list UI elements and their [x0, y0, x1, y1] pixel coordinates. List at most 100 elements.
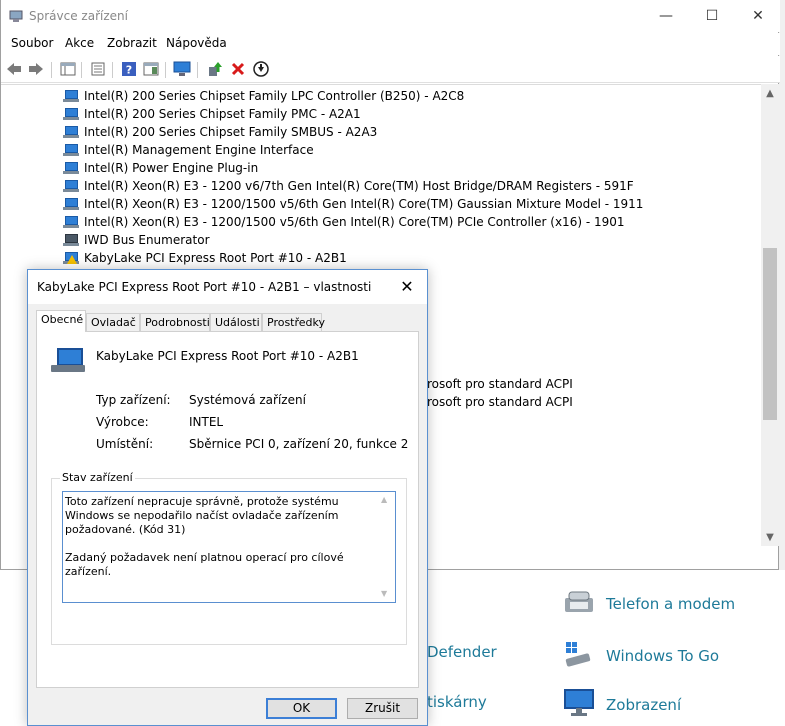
- scroll-up-icon[interactable]: ▲: [381, 493, 387, 507]
- device-label: IWD Bus Enumerator: [84, 233, 210, 247]
- tab-resources[interactable]: Prostředky: [262, 313, 325, 331]
- device-icon: [63, 126, 79, 138]
- back-icon[interactable]: [5, 60, 23, 78]
- menu-view[interactable]: Zobrazit: [107, 36, 157, 50]
- monitor-icon[interactable]: [173, 60, 191, 78]
- device-icon: [63, 180, 79, 192]
- cancel-button[interactable]: Zrušit: [347, 698, 418, 719]
- usb-drive-icon: [562, 640, 596, 672]
- toolbar-separator: [165, 62, 166, 78]
- title-bar[interactable]: Správce zařízení — ☐ ✕: [1, 0, 780, 32]
- ok-button[interactable]: OK: [266, 698, 337, 719]
- properties-dialog: KabyLake PCI Express Root Port #10 - A2B…: [27, 269, 428, 726]
- scroll-down-icon[interactable]: ▼: [381, 587, 387, 601]
- close-button[interactable]: ✕: [743, 6, 773, 26]
- device-icon: [63, 144, 79, 156]
- device-label: Intel(R) Power Engine Plug-in: [84, 161, 259, 175]
- device-tree-item-partial[interactable]: rosoft pro standard ACPI: [427, 375, 573, 393]
- device-label: rosoft pro standard ACPI: [427, 395, 573, 409]
- device-label: Intel(R) 200 Series Chipset Family SMBUS…: [84, 125, 378, 139]
- window-title: Správce zařízení: [29, 9, 128, 23]
- general-tab-panel: KabyLake PCI Express Root Port #10 - A2B…: [36, 331, 419, 688]
- svg-text:?: ?: [126, 64, 132, 77]
- device-tree-item[interactable]: Intel(R) Management Engine Interface: [63, 141, 314, 159]
- device-tree-item-warning[interactable]: KabyLake PCI Express Root Port #10 - A2B…: [63, 249, 347, 267]
- vertical-scrollbar[interactable]: ▲ ▼: [761, 84, 779, 546]
- device-label: Intel(R) Xeon(R) E3 - 1200/1500 v5/6th G…: [84, 197, 644, 211]
- cp-item-printers-partial[interactable]: tiskárny: [427, 693, 487, 711]
- device-label: KabyLake PCI Express Root Port #10 - A2B…: [84, 251, 347, 265]
- device-label: Intel(R) Xeon(R) E3 - 1200 v6/7th Gen In…: [84, 179, 634, 193]
- device-label: Intel(R) 200 Series Chipset Family PMC -…: [84, 107, 361, 121]
- location-label: Umístění:: [96, 437, 154, 451]
- details-icon[interactable]: [89, 60, 107, 78]
- device-icon: [63, 162, 79, 174]
- properties-view-icon[interactable]: [59, 60, 77, 78]
- dialog-title-bar[interactable]: KabyLake PCI Express Root Port #10 - A2B…: [28, 270, 427, 304]
- device-tree-item[interactable]: Intel(R) Xeon(R) E3 - 1200 v6/7th Gen In…: [63, 177, 634, 195]
- scroll-down-icon[interactable]: ▼: [761, 530, 779, 546]
- device-warning-icon: [63, 252, 79, 264]
- device-tree-item[interactable]: Intel(R) 200 Series Chipset Family SMBUS…: [63, 123, 377, 141]
- tab-details[interactable]: Podrobnosti: [140, 313, 210, 331]
- cp-item-label: Windows To Go: [606, 647, 720, 665]
- device-status-textbox[interactable]: Toto zařízení nepracuje správně, protože…: [62, 491, 396, 603]
- cp-item-defender-partial[interactable]: Defender: [427, 643, 497, 661]
- cp-item-windows-to-go[interactable]: Windows To Go: [562, 640, 719, 672]
- display-icon: [562, 688, 596, 722]
- device-label: Intel(R) Xeon(R) E3 - 1200/1500 v5/6th G…: [84, 215, 625, 229]
- status-text-detail: Zadaný požadavek není platnou operací pr…: [65, 551, 344, 578]
- manufacturer-value: INTEL: [189, 415, 224, 429]
- device-tree-item[interactable]: Intel(R) Xeon(R) E3 - 1200/1500 v5/6th G…: [63, 195, 643, 213]
- device-status-legend: Stav zařízení: [60, 471, 135, 484]
- device-label: Intel(R) 200 Series Chipset Family LPC C…: [84, 89, 465, 103]
- console-tree-icon[interactable]: [142, 60, 160, 78]
- forward-icon[interactable]: [27, 60, 45, 78]
- phone-modem-icon: [562, 588, 596, 620]
- location-value: Sběrnice PCI 0, zařízení 20, funkce 2: [189, 437, 409, 451]
- device-label: Intel(R) Management Engine Interface: [84, 143, 314, 157]
- menu-action[interactable]: Akce: [65, 36, 94, 50]
- device-tree-item[interactable]: Intel(R) 200 Series Chipset Family PMC -…: [63, 105, 361, 123]
- device-name: KabyLake PCI Express Root Port #10 - A2B…: [96, 349, 359, 363]
- close-icon[interactable]: ✕: [397, 277, 417, 297]
- device-tree-item[interactable]: Intel(R) Power Engine Plug-in: [63, 159, 258, 177]
- status-text-error: Toto zařízení nepracuje správně, protože…: [65, 495, 339, 536]
- tab-events[interactable]: Události: [210, 313, 262, 331]
- update-driver-icon[interactable]: [206, 60, 224, 78]
- minimize-button[interactable]: —: [651, 6, 681, 26]
- device-tree-item[interactable]: Intel(R) Xeon(R) E3 - 1200/1500 v5/6th G…: [63, 213, 625, 231]
- device-type-value: Systémová zařízení: [189, 393, 306, 407]
- cp-item-label: Telefon a modem: [606, 595, 736, 613]
- toolbar-separator: [112, 62, 113, 78]
- device-tree-item[interactable]: IWD Bus Enumerator: [63, 231, 210, 249]
- tab-driver[interactable]: Ovladač: [86, 313, 140, 331]
- device-icon: [63, 198, 79, 210]
- device-icon: [51, 346, 85, 374]
- menu-file[interactable]: Soubor: [11, 36, 53, 50]
- tab-general[interactable]: Obecné: [36, 310, 86, 332]
- device-icon: [63, 108, 79, 120]
- device-icon: [63, 90, 79, 102]
- cp-item-phone-modem[interactable]: Telefon a modem: [562, 588, 735, 620]
- help-icon[interactable]: ?: [120, 60, 138, 78]
- menu-help[interactable]: Nápověda: [166, 36, 227, 50]
- device-icon: [63, 234, 79, 246]
- download-icon[interactable]: [252, 60, 270, 78]
- manufacturer-label: Výrobce:: [96, 415, 149, 429]
- scroll-up-icon[interactable]: ▲: [761, 86, 779, 102]
- dialog-title: KabyLake PCI Express Root Port #10 - A2B…: [37, 280, 372, 294]
- toolbar-separator: [51, 62, 52, 78]
- textbox-scrollbar[interactable]: ▲ ▼: [378, 493, 394, 601]
- toolbar-separator: [197, 62, 198, 78]
- maximize-button[interactable]: ☐: [697, 6, 727, 26]
- device-label: rosoft pro standard ACPI: [427, 377, 573, 391]
- menu-bar: Soubor Akce Zobrazit Nápověda: [1, 33, 780, 55]
- cp-item-display[interactable]: Zobrazení: [562, 688, 681, 722]
- uninstall-icon[interactable]: [229, 60, 247, 78]
- toolbar-separator: [81, 62, 82, 78]
- scrollbar-thumb[interactable]: [763, 248, 777, 420]
- device-tree-item[interactable]: Intel(R) 200 Series Chipset Family LPC C…: [63, 87, 464, 105]
- device-type-label: Typ zařízení:: [96, 393, 171, 407]
- device-tree-item-partial[interactable]: rosoft pro standard ACPI: [427, 393, 573, 411]
